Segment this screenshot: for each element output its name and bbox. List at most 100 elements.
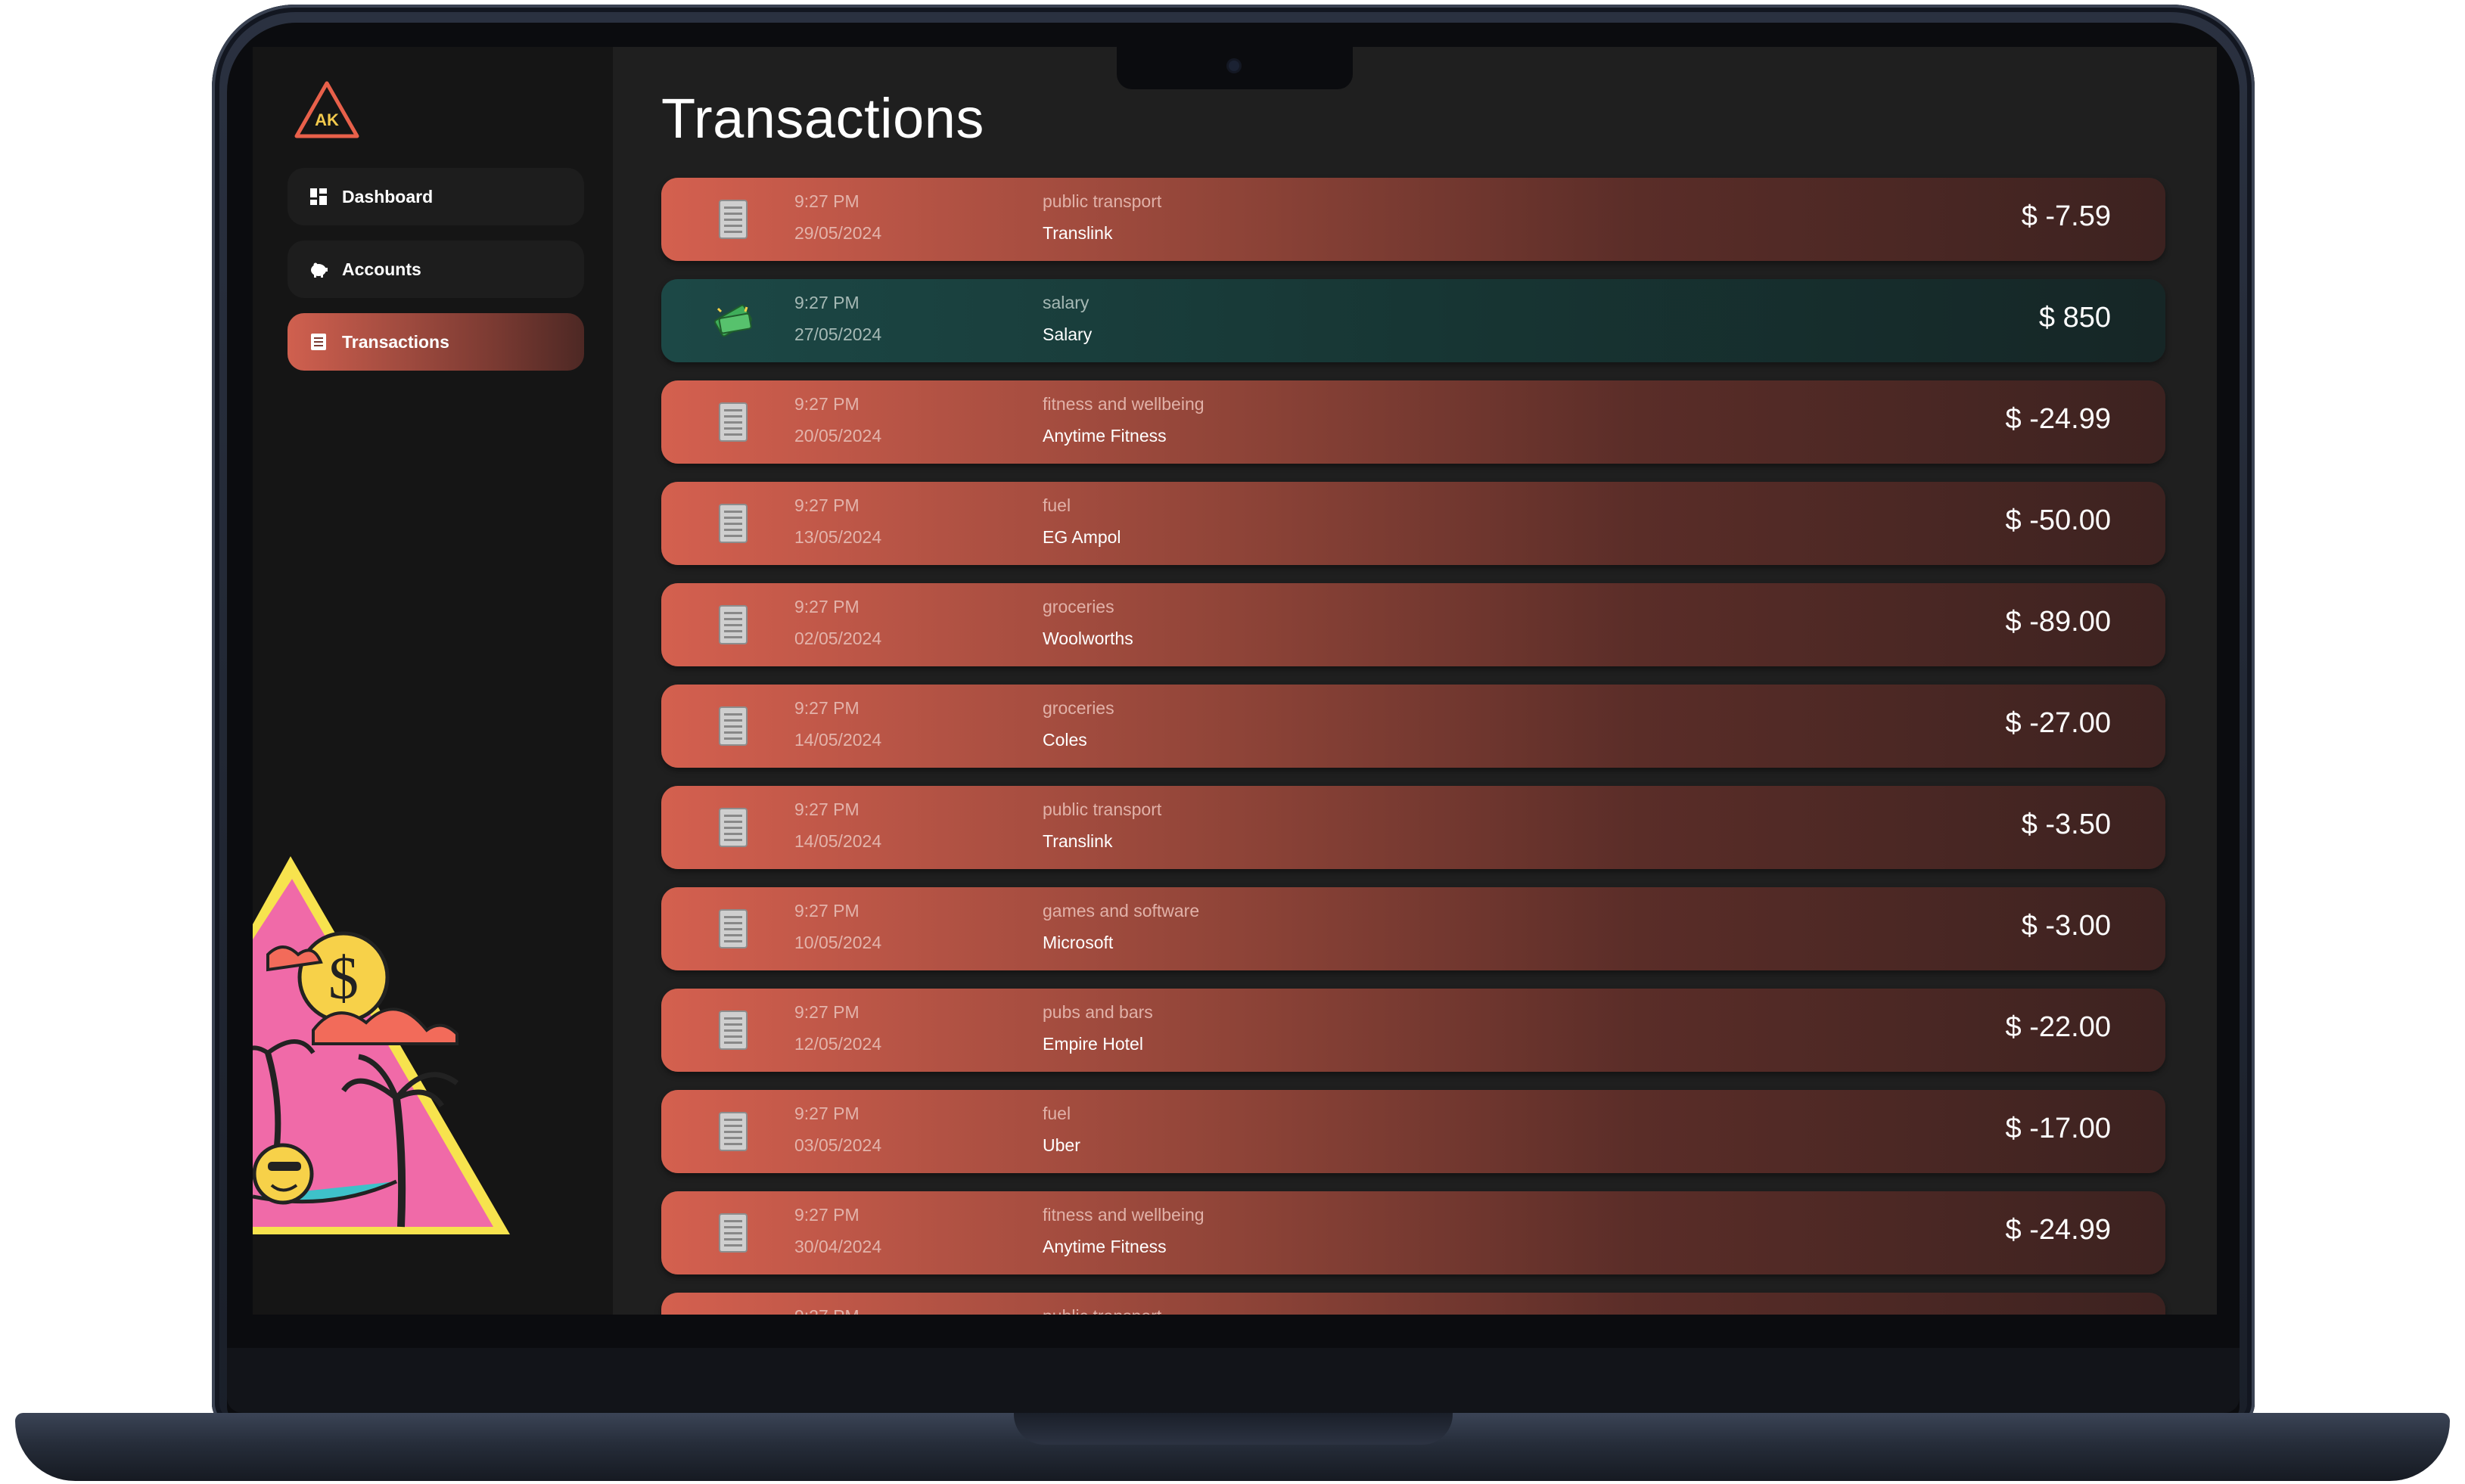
transaction-category: public transport bbox=[1043, 191, 1162, 211]
transaction-category: games and software bbox=[1043, 901, 1200, 921]
transaction-merchant: Salary bbox=[1043, 324, 1093, 344]
transaction-date: 13/05/2024 bbox=[794, 527, 882, 547]
transaction-time: 9:27 PM bbox=[794, 293, 859, 312]
transaction-date: 20/05/2024 bbox=[794, 426, 882, 446]
receipt-icon bbox=[708, 1005, 758, 1055]
transaction-time: 9:27 PM bbox=[794, 1002, 859, 1022]
transaction-date: 27/05/2024 bbox=[794, 324, 882, 344]
sidebar-item-label: Accounts bbox=[342, 259, 421, 279]
sidebar-item-label: Transactions bbox=[342, 331, 449, 352]
transaction-amount: $ -7.59 bbox=[2021, 200, 2111, 232]
warning-triangle-logo-icon: AK bbox=[294, 81, 359, 138]
receipt-icon bbox=[708, 1309, 758, 1315]
transaction-amount: $ -24.99 bbox=[2005, 403, 2111, 435]
transaction-row[interactable]: 9:27 PM 20/05/2024 fitness and wellbeing… bbox=[661, 380, 2165, 464]
transaction-row[interactable]: 9:27 PM 12/05/2024 pubs and bars Empire … bbox=[661, 989, 2165, 1072]
sidebar-item-accounts[interactable]: Accounts bbox=[288, 241, 584, 298]
transaction-time: 9:27 PM bbox=[794, 394, 859, 414]
transaction-amount: $ -50.00 bbox=[2005, 504, 2111, 536]
transaction-category: salary bbox=[1043, 293, 1090, 312]
transaction-row[interactable]: 9:27 PM 03/05/2024 fuel Uber $ -17.00 bbox=[661, 1090, 2165, 1173]
transaction-row[interactable]: 9:27 PM 14/05/2024 groceries Coles $ -27… bbox=[661, 685, 2165, 768]
transaction-row[interactable]: 9:27 PM 27/05/2024 salary Salary $ 850 bbox=[661, 279, 2165, 362]
transaction-amount: $ -24.99 bbox=[2005, 1214, 2111, 1246]
main-content: Transactions 9:27 PM 29/05/2024 public t… bbox=[613, 47, 2217, 1315]
receipt-icon bbox=[708, 397, 758, 447]
transaction-category: public transport bbox=[1043, 1306, 1161, 1315]
transaction-category: fuel bbox=[1043, 495, 1071, 515]
transaction-row[interactable]: 9:27 PM 29/05/2024 public transport Tran… bbox=[661, 178, 2165, 261]
transaction-amount: $ -89.00 bbox=[2005, 606, 2111, 638]
transaction-row[interactable]: 9:27 PM 30/04/2024 fitness and wellbeing… bbox=[661, 1191, 2165, 1274]
receipt-icon bbox=[708, 600, 758, 650]
sidebar-item-transactions[interactable]: Transactions bbox=[288, 313, 584, 371]
transaction-merchant: Microsoft bbox=[1043, 933, 1114, 952]
transaction-time: 9:27 PM bbox=[794, 1205, 859, 1225]
receipt-list-icon bbox=[309, 332, 328, 352]
transaction-amount: $ -3.00 bbox=[2021, 910, 2111, 942]
sidebar: AK Dashboard Accounts Transactions $ bbox=[253, 47, 613, 1315]
screen: AK Dashboard Accounts Transactions $ Tra… bbox=[253, 47, 2217, 1315]
transaction-category: public transport bbox=[1043, 799, 1162, 819]
transaction-time: 9:27 PM bbox=[794, 191, 859, 211]
piggy-bank-icon bbox=[309, 259, 328, 279]
transaction-amount: $ 850 bbox=[2038, 302, 2111, 334]
transaction-category: fitness and wellbeing bbox=[1043, 394, 1205, 414]
transaction-amount: $ -27.00 bbox=[2005, 707, 2111, 739]
transaction-date: 14/05/2024 bbox=[794, 831, 882, 851]
receipt-icon bbox=[708, 1107, 758, 1156]
transaction-merchant: Uber bbox=[1043, 1135, 1080, 1155]
transaction-category: pubs and bars bbox=[1043, 1002, 1153, 1022]
svg-text:AK: AK bbox=[315, 110, 339, 129]
transaction-merchant: Translink bbox=[1043, 223, 1113, 243]
transaction-merchant: Anytime Fitness bbox=[1043, 426, 1167, 446]
transaction-date: 10/05/2024 bbox=[794, 933, 882, 952]
transaction-date: 03/05/2024 bbox=[794, 1135, 882, 1155]
receipt-icon bbox=[708, 803, 758, 852]
laptop-opening-groove bbox=[1014, 1413, 1453, 1445]
receipt-icon bbox=[708, 904, 758, 954]
transaction-date: 29/05/2024 bbox=[794, 223, 882, 243]
transaction-merchant: Coles bbox=[1043, 730, 1087, 750]
transaction-merchant: Anytime Fitness bbox=[1043, 1237, 1167, 1256]
receipt-icon bbox=[708, 194, 758, 244]
transaction-time: 9:27 PM bbox=[794, 597, 859, 616]
receipt-icon bbox=[708, 1208, 758, 1258]
transaction-time: 9:27 PM bbox=[794, 1104, 859, 1123]
transaction-category: groceries bbox=[1043, 597, 1114, 616]
transaction-time: 9:27 PM bbox=[794, 901, 859, 921]
transaction-date: 02/05/2024 bbox=[794, 629, 882, 648]
transaction-row[interactable]: 9:27 PM 10/05/2024 games and software Mi… bbox=[661, 887, 2165, 970]
transaction-merchant: EG Ampol bbox=[1043, 527, 1121, 547]
receipt-icon bbox=[708, 701, 758, 751]
transaction-time: 9:27 PM bbox=[794, 799, 859, 819]
sidebar-item-dashboard[interactable]: Dashboard bbox=[288, 168, 584, 225]
transaction-date: 30/04/2024 bbox=[794, 1237, 882, 1256]
transaction-date: 12/05/2024 bbox=[794, 1034, 882, 1054]
sidebar-item-label: Dashboard bbox=[342, 186, 434, 206]
transaction-row[interactable]: 9:27 PM 02/05/2024 groceries Woolworths … bbox=[661, 583, 2165, 666]
transaction-time: 9:27 PM bbox=[794, 1306, 859, 1315]
receipt-icon bbox=[708, 498, 758, 548]
transaction-amount: $ -3.50 bbox=[2021, 809, 2111, 840]
transaction-category: groceries bbox=[1043, 698, 1114, 718]
transaction-row[interactable]: 9:27 PM public transport bbox=[661, 1293, 2165, 1315]
transaction-row[interactable]: 9:27 PM 13/05/2024 fuel EG Ampol $ -50.0… bbox=[661, 482, 2165, 565]
transaction-amount: $ -22.00 bbox=[2005, 1011, 2111, 1043]
beach-money-illustration: $ bbox=[253, 856, 525, 1265]
transaction-merchant: Empire Hotel bbox=[1043, 1034, 1143, 1054]
transaction-time: 9:27 PM bbox=[794, 698, 859, 718]
svg-text:$: $ bbox=[328, 945, 359, 1012]
transaction-merchant: Translink bbox=[1043, 831, 1113, 851]
sidebar-nav: Dashboard Accounts Transactions bbox=[288, 168, 584, 386]
money-icon bbox=[708, 296, 758, 346]
dashboard-icon bbox=[309, 187, 328, 206]
transaction-list[interactable]: 9:27 PM 29/05/2024 public transport Tran… bbox=[661, 178, 2165, 1315]
transaction-row[interactable]: 9:27 PM 14/05/2024 public transport Tran… bbox=[661, 786, 2165, 869]
app-logo[interactable]: AK bbox=[294, 80, 360, 139]
camera-notch bbox=[1117, 47, 1353, 89]
page-title: Transactions bbox=[661, 87, 984, 150]
transaction-date: 14/05/2024 bbox=[794, 730, 882, 750]
transaction-time: 9:27 PM bbox=[794, 495, 859, 515]
laptop-chin bbox=[227, 1348, 2240, 1413]
